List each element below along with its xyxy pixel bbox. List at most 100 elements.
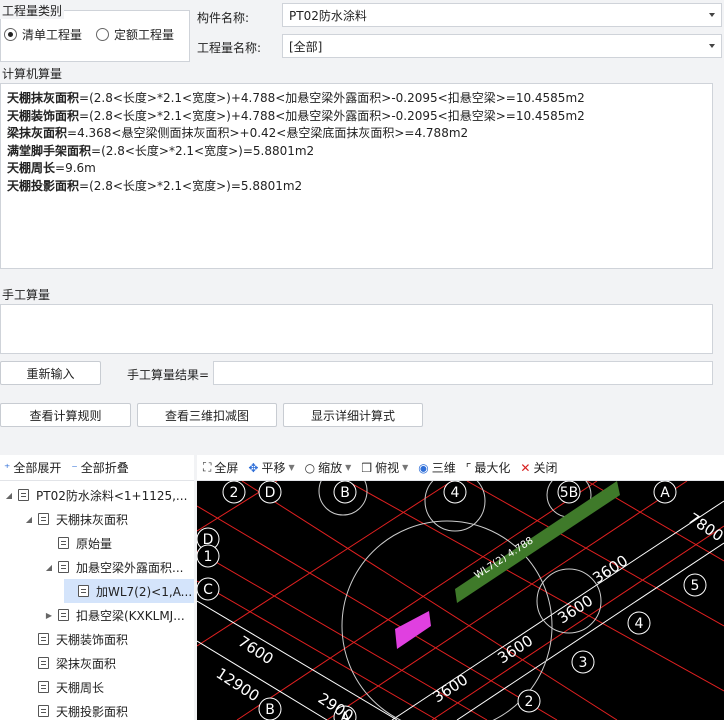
tree-item-label: 梁抹灰面积 <box>56 656 117 671</box>
radio-dot-selected-icon <box>4 28 17 41</box>
tree-item[interactable]: 原始量 <box>44 531 112 555</box>
zoom-button[interactable]: ○ 缩放 ▼ <box>305 459 352 476</box>
calc-formula-line: 天棚周长=9.6m <box>7 160 706 178</box>
cad-canvas[interactable]: WL7(2) 4.788 2 D B 4 5B AD1C 5432B A 7600129002… <box>197 481 724 720</box>
tree-item-label: 加WL7(2)<1,A... <box>96 584 193 599</box>
grid-bubble-label: 5B <box>560 485 579 501</box>
tree-item-label: 天棚投影面积 <box>56 704 129 719</box>
calc-formula-line: 天棚抹灰面积=(2.8<长度>*2.1<宽度>)+4.788<加悬空梁外露面积>… <box>7 90 706 108</box>
reenter-button[interactable]: 重新输入 <box>0 361 101 385</box>
calc-item-formula: =(2.8<长度>*2.1<宽度>)+4.788<加悬空梁外露面积>-0.209… <box>79 91 585 105</box>
close-label: 关闭 <box>533 461 558 475</box>
collapse-arrow-icon[interactable]: ▶ <box>44 611 54 620</box>
expand-arrow-icon[interactable]: ◢ <box>4 491 14 500</box>
viewer-toolbar: ⛶ 全屏 ✥ 平移 ▼ ○ 缩放 ▼ ❒ 俯视 ▼ ◉ 三维 ⌜ 最大化 ✕ 关… <box>197 455 724 481</box>
calc-item-name: 天棚周长 <box>7 161 56 175</box>
manual-calc-input[interactable] <box>0 304 713 354</box>
quantity-name-label: 工程量名称: <box>197 41 262 55</box>
calc-item-formula: =(2.8<长度>*2.1<宽度>)=5.8801m2 <box>79 178 303 193</box>
zoom-label: 缩放 <box>318 461 343 475</box>
top-view-button[interactable]: ❒ 俯视 ▼ <box>361 459 408 476</box>
tree-item-label: 天棚抹灰面积 <box>56 512 129 527</box>
grid-bubble-label: 4 <box>451 485 460 501</box>
tree-item[interactable]: 天棚周长 <box>24 675 104 699</box>
close-button[interactable]: ✕ 关闭 <box>520 459 557 476</box>
tree-item[interactable]: ▶ 扣悬空梁(KXKLMJ... <box>44 603 185 627</box>
chevron-down-icon: ▼ <box>288 463 295 472</box>
tree-item[interactable]: 加WL7(2)<1,A... <box>64 579 194 603</box>
grid-bubble-label: 5 <box>691 578 700 594</box>
expand-all-button[interactable]: ⁺ 全部展开 <box>4 459 61 476</box>
grid-bubble-label: 1 <box>204 549 213 565</box>
grid-bubble-label: C <box>203 582 213 598</box>
calc-tree: ◢ PT02防水涂料<1+1125,... ◢ 天棚抹灰面积 原始量 ◢ 加悬空梁外露面积.… <box>0 481 194 720</box>
fullscreen-icon: ⛶ <box>203 460 212 474</box>
manual-result-label: 手工算量结果= <box>127 368 210 382</box>
grid-bubble-label: 2 <box>230 485 239 501</box>
manual-result-field[interactable] <box>213 361 713 385</box>
zoom-icon: ○ <box>304 460 316 475</box>
fullscreen-label: 全屏 <box>214 461 239 475</box>
calc-item-name: 天棚投影面积 <box>7 178 80 193</box>
tree-item[interactable]: 天棚投影面积 <box>24 699 128 720</box>
sphere-icon: ◉ <box>418 460 429 475</box>
maximize-icon: ⌜ <box>465 460 472 475</box>
document-icon <box>58 537 69 549</box>
cube-icon: ❒ <box>361 460 373 475</box>
document-icon <box>38 513 49 525</box>
calc-item-formula: =4.368<悬空梁侧面抹灰面积>+0.42<悬空梁底面抹灰面积>=4.788m… <box>67 126 469 140</box>
grid-bubble-label: B <box>265 702 275 718</box>
calc-formula-line: 天棚投影面积=(2.8<长度>*2.1<宽度>)=5.8801m2 <box>7 178 706 196</box>
pan-label: 平移 <box>261 461 286 475</box>
calc-item-formula: =9.6m <box>55 161 96 175</box>
tree-item[interactable]: 天棚装饰面积 <box>24 627 128 651</box>
cad-viewer[interactable]: WL7(2) 4.788 2 D B 4 5B A D 1 C 5 4 3 2 B A 7600 12900 2… <box>197 481 724 720</box>
grid-bubble-label: 2 <box>525 694 534 710</box>
maximize-button[interactable]: ⌜ 最大化 <box>466 459 511 476</box>
collapse-all-label: 全部折叠 <box>80 461 129 475</box>
expand-arrow-icon[interactable]: ◢ <box>44 563 54 572</box>
component-name-label: 构件名称: <box>197 11 250 25</box>
show-detail-button[interactable]: 显示详细计算式 <box>283 403 423 427</box>
expand-arrow-icon[interactable]: ◢ <box>24 515 34 524</box>
quantity-type-legend: 工程量类别 <box>0 2 65 19</box>
fullscreen-button[interactable]: ⛶ 全屏 <box>203 459 238 476</box>
view-3d-deduct-button[interactable]: 查看三维扣减图 <box>137 403 277 427</box>
tree-item[interactable]: ◢ PT02防水涂料<1+1125,... <box>4 483 187 507</box>
grid-bubble-label: B <box>340 485 350 501</box>
radio-label: 定额工程量 <box>114 28 175 42</box>
three-d-label: 三维 <box>431 461 456 475</box>
quantity-name-value: [全部] <box>289 39 323 54</box>
radio-quota-quantity[interactable]: 定额工程量 <box>96 26 174 43</box>
calc-formula-line: 梁抹灰面积=4.368<悬空梁侧面抹灰面积>+0.42<悬空梁底面抹灰面积>=4… <box>7 125 706 143</box>
view-rules-button[interactable]: 查看计算规则 <box>0 403 131 427</box>
document-icon <box>58 561 69 573</box>
document-icon <box>38 633 49 645</box>
manual-calc-label: 手工算量 <box>2 288 51 302</box>
document-icon <box>78 585 89 597</box>
expand-all-icon: ⁺ <box>4 460 11 475</box>
computer-calc-label: 计算机算量 <box>2 67 63 81</box>
chevron-down-icon: ▼ <box>402 463 409 472</box>
component-name-select[interactable]: PT02防水涂料 <box>282 3 722 27</box>
collapse-all-button[interactable]: ⁻ 全部折叠 <box>71 459 128 476</box>
pan-button[interactable]: ✥ 平移 ▼ <box>248 459 294 476</box>
tree-item[interactable]: 梁抹灰面积 <box>24 651 116 675</box>
radio-bill-quantity[interactable]: 清单工程量 <box>4 26 82 43</box>
three-d-button[interactable]: ◉ 三维 <box>418 459 456 476</box>
calc-item-name: 满堂脚手架面积 <box>7 143 92 158</box>
maximize-label: 最大化 <box>474 461 511 475</box>
grid-bubble-label: 3 <box>579 655 588 671</box>
quantity-name-select[interactable]: [全部] <box>282 34 722 58</box>
tree-item[interactable]: ◢ 天棚抹灰面积 <box>24 507 128 531</box>
document-icon <box>38 681 49 693</box>
calc-formula-line: 天棚装饰面积=(2.8<长度>*2.1<宽度>)+4.788<加悬空梁外露面积>… <box>7 108 706 126</box>
calc-item-name: 梁抹灰面积 <box>7 126 68 140</box>
tree-item[interactable]: ◢ 加悬空梁外露面积... <box>44 555 184 579</box>
radio-dot-icon <box>96 28 109 41</box>
calc-formula-line: 满堂脚手架面积=(2.8<长度>*2.1<宽度>)=5.8801m2 <box>7 143 706 161</box>
chevron-down-icon <box>709 44 715 48</box>
close-icon: ✕ <box>520 460 531 475</box>
calc-item-formula: =(2.8<长度>*2.1<宽度>)+4.788<加悬空梁外露面积>-0.209… <box>79 108 585 123</box>
computer-calc-panel[interactable]: 天棚抹灰面积=(2.8<长度>*2.1<宽度>)+4.788<加悬空梁外露面积>… <box>0 83 713 269</box>
